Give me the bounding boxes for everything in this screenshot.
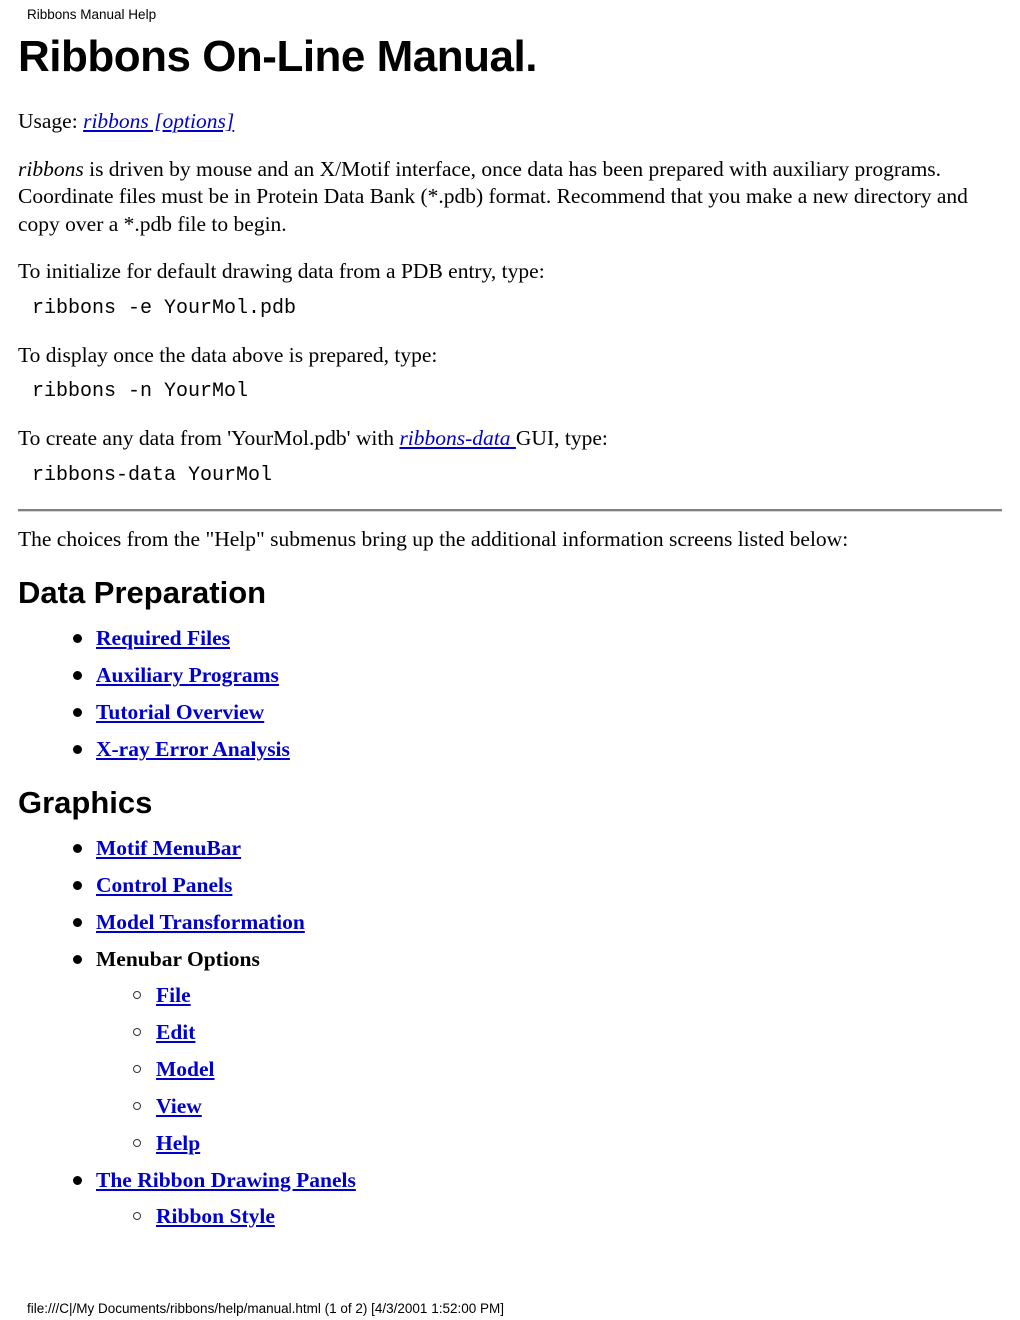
list-item: Motif MenuBar [73, 835, 1002, 862]
list-item: Menubar Options File Edit Model View Hel… [73, 946, 1002, 1157]
list-item: Auxiliary Programs [73, 662, 1002, 689]
list-item: The Ribbon Drawing Panels Ribbon Style [73, 1167, 1002, 1230]
list-menubar-options: File Edit Model View Help [96, 982, 1002, 1157]
bullet-circle-icon [133, 1028, 141, 1036]
link-motif-menubar[interactable]: Motif MenuBar [96, 836, 241, 860]
link-view[interactable]: View [156, 1094, 202, 1118]
list-ribbon-drawing-panels: Ribbon Style [96, 1203, 1002, 1230]
list-item: Ribbon Style [133, 1203, 1002, 1230]
bullet-disc-icon [73, 745, 82, 754]
link-ribbon-drawing-panels[interactable]: The Ribbon Drawing Panels [96, 1168, 356, 1192]
link-required-files[interactable]: Required Files [96, 626, 230, 650]
list-item: Model [133, 1056, 1002, 1083]
ribbons-data-link[interactable]: ribbons-data [399, 426, 515, 450]
ribbons-options-link[interactable]: ribbons [options] [83, 109, 234, 133]
list-data-preparation: Required Files Auxiliary Programs Tutori… [18, 625, 1002, 763]
link-auxiliary-programs[interactable]: Auxiliary Programs [96, 663, 279, 687]
link-model-transformation[interactable]: Model Transformation [96, 910, 305, 934]
usage-label: Usage: [18, 109, 78, 133]
help-note: The choices from the "Help" submenus bri… [18, 526, 849, 551]
list-item: View [133, 1093, 1002, 1120]
link-edit[interactable]: Edit [156, 1020, 195, 1044]
list-item: Help [133, 1130, 1002, 1157]
document-content: Ribbons On-Line Manual. Usage: ribbons [… [18, 32, 1002, 1240]
list-graphics: Motif MenuBar Control Panels Model Trans… [18, 835, 1002, 1230]
bullet-circle-icon [133, 1102, 141, 1110]
link-xray-error-analysis[interactable]: X-ray Error Analysis [96, 737, 290, 761]
gui-step-suffix: GUI, type: [515, 426, 608, 450]
step-1-prompt: To initialize for default drawing data f… [18, 259, 545, 283]
bullet-disc-icon [73, 844, 82, 853]
section-divider [18, 508, 1002, 512]
section-heading-data-preparation: Data Preparation [18, 575, 267, 610]
bullet-disc-icon [73, 671, 82, 680]
bullet-circle-icon [133, 1065, 141, 1073]
link-ribbon-style[interactable]: Ribbon Style [156, 1204, 275, 1228]
link-model[interactable]: Model [156, 1057, 215, 1081]
bullet-circle-icon [133, 1139, 141, 1147]
bullet-circle-icon [133, 1212, 141, 1220]
step-1-command: ribbons -e YourMol.pdb [32, 296, 297, 320]
label-menubar-options: Menubar Options [96, 947, 260, 971]
page-title: Ribbons On-Line Manual. [18, 32, 537, 81]
intro-text: is driven by mouse and an X/Motif interf… [18, 156, 968, 236]
link-tutorial-overview[interactable]: Tutorial Overview [96, 700, 264, 724]
list-item: File [133, 982, 1002, 1009]
usage-line: Usage: ribbons [options] [18, 108, 1002, 136]
manual-page: Ribbons Manual Help Ribbons On-Line Manu… [0, 0, 1020, 1320]
running-header: Ribbons Manual Help [27, 7, 157, 22]
link-control-panels[interactable]: Control Panels [96, 873, 232, 897]
step-2-command: ribbons -n YourMol [32, 380, 249, 403]
intro-paragraph: ribbons is driven by mouse and an X/Moti… [18, 156, 1002, 239]
bullet-disc-icon [73, 634, 82, 643]
bullet-disc-icon [73, 881, 82, 890]
bullet-disc-icon [73, 1176, 82, 1185]
bullet-disc-icon [73, 918, 82, 927]
gui-step-command: ribbons-data YourMol [32, 463, 273, 487]
list-item: Required Files [73, 625, 1002, 652]
section-heading-graphics: Graphics [18, 785, 153, 820]
list-item: X-ray Error Analysis [73, 736, 1002, 763]
list-item: Model Transformation [73, 909, 1002, 936]
list-item: Edit [133, 1019, 1002, 1046]
step-2-prompt: To display once the data above is prepar… [18, 342, 438, 367]
list-item: Control Panels [73, 872, 1002, 899]
gui-step-prefix: To create any data from 'YourMol.pdb' wi… [18, 426, 400, 450]
list-item: Tutorial Overview [73, 699, 1002, 726]
bullet-disc-icon [73, 708, 82, 717]
link-help[interactable]: Help [156, 1131, 200, 1155]
link-file[interactable]: File [156, 983, 191, 1007]
gui-step-prompt: To create any data from 'YourMol.pdb' wi… [18, 425, 1002, 453]
running-footer: file:///C|/My Documents/ribbons/help/man… [27, 1301, 504, 1316]
bullet-circle-icon [133, 991, 141, 999]
bullet-disc-icon [73, 955, 82, 964]
intro-emphasis: ribbons [18, 156, 84, 181]
